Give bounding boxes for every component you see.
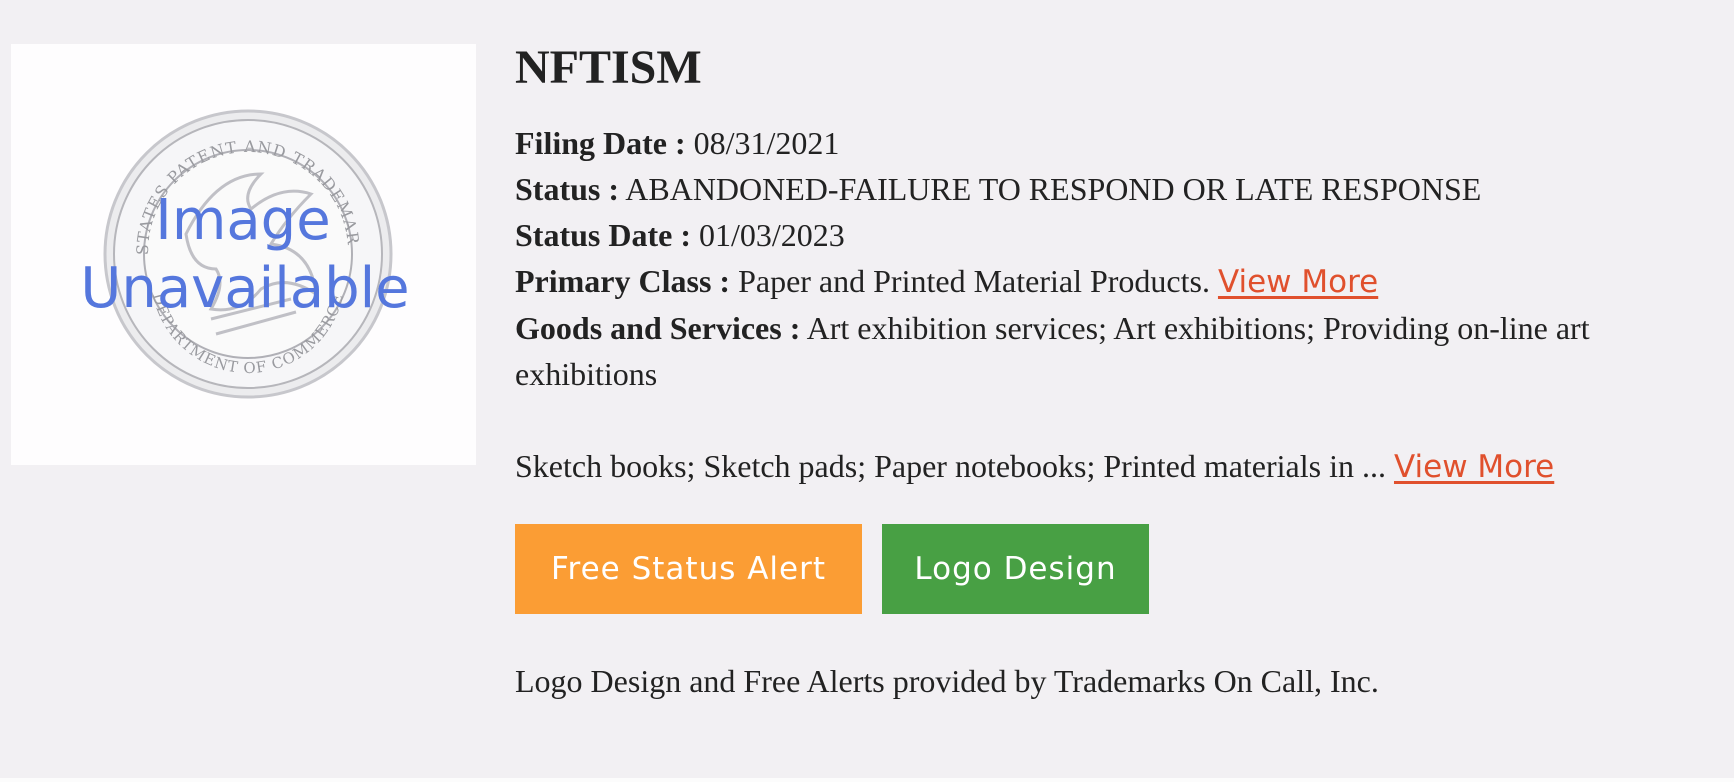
sketch-view-more-link[interactable]: View More [1394, 449, 1554, 485]
status-date-label: Status Date : [515, 217, 691, 253]
sketch-text: Sketch books; Sketch pads; Paper noteboo… [515, 448, 1386, 484]
uspto-seal-icon: UNITED STATES PATENT AND TRADEMARK OFFIC… [11, 44, 410, 399]
status-value: ABANDONED-FAILURE TO RESPOND OR LATE RES… [625, 171, 1482, 207]
filing-date-value: 08/31/2021 [693, 125, 840, 161]
primary-class-value: Paper and Printed Material Products. [738, 263, 1210, 299]
goods-services-row: Goods and Services : Art exhibition serv… [515, 305, 1725, 397]
status-date-value: 01/03/2023 [698, 217, 845, 253]
goods-services-label: Goods and Services : [515, 310, 801, 346]
image-unavailable-line1: Image [155, 188, 330, 253]
sketch-row: Sketch books; Sketch pads; Paper noteboo… [515, 443, 1725, 490]
status-label: Status : [515, 171, 620, 207]
trademark-image-placeholder: UNITED STATES PATENT AND TRADEMARK OFFIC… [11, 44, 476, 465]
primary-class-label: Primary Class : [515, 263, 731, 299]
status-row: Status : ABANDONED-FAILURE TO RESPOND OR… [515, 166, 1725, 212]
primary-class-row: Primary Class : Paper and Printed Materi… [515, 258, 1725, 305]
page-bottom-band [0, 778, 1734, 782]
primary-class-view-more-link[interactable]: View More [1218, 264, 1378, 300]
trademark-name: NFTISM [515, 41, 702, 94]
image-unavailable-line2: Unavailable [80, 256, 409, 321]
status-date-row: Status Date : 01/03/2023 [515, 212, 1725, 258]
provider-note: Logo Design and Free Alerts provided by … [515, 663, 1379, 699]
free-status-alert-button[interactable]: Free Status Alert [515, 524, 862, 614]
filing-date-row: Filing Date : 08/31/2021 [515, 120, 1725, 166]
logo-design-button[interactable]: Logo Design [882, 524, 1149, 614]
filing-date-label: Filing Date : [515, 125, 686, 161]
trademark-details: NFTISM Filing Date : 08/31/2021 Status :… [515, 36, 1725, 699]
